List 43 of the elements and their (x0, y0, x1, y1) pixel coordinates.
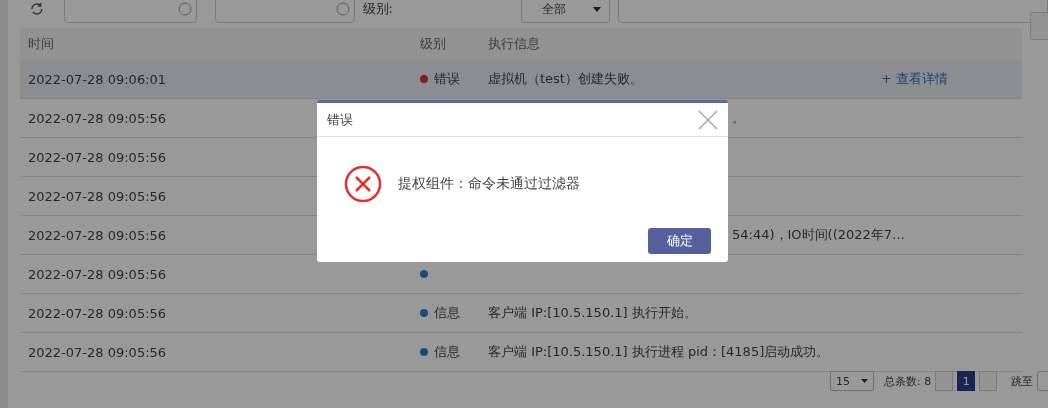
next-page-button[interactable] (979, 371, 998, 391)
time-cell: 2022-07-28 09:05:56 (28, 149, 167, 165)
page-size-select[interactable]: 15 (830, 371, 874, 391)
jump-label: 跳至 (1011, 373, 1034, 389)
time-cell: 2022-07-28 09:05:56 (28, 266, 167, 282)
time-cell: 2022-07-28 09:05:56 (28, 188, 167, 204)
message-cell: 虚拟机（test）创建失败。 (488, 70, 643, 88)
column-header: 级别 (419, 35, 447, 53)
side-button[interactable] (1030, 12, 1048, 40)
close-icon[interactable] (698, 109, 718, 130)
ok-button[interactable]: 确定 (648, 228, 711, 254)
page-button[interactable]: 1 (957, 371, 976, 391)
clock-icon (335, 2, 350, 16)
details-link[interactable]: + 查看详情 (880, 70, 948, 88)
prev-page-button[interactable] (935, 371, 954, 391)
refresh-icon[interactable] (30, 2, 44, 16)
table-row[interactable]: 2022-07-28 09:06:01 错误 虚拟机（test）创建失败。 + 查看详情 (20, 60, 1022, 99)
end-time-field[interactable] (214, 0, 355, 23)
time-cell: 2022-07-28 09:06:01 (28, 71, 167, 87)
message-cell: 。 (732, 109, 745, 127)
level-select[interactable]: 全部 (521, 0, 610, 23)
start-time-field[interactable] (63, 0, 197, 23)
table-row[interactable]: 2022-07-28 09:05:56 信息 客户端 IP:[10.5.150.1] 执行开始。 (20, 294, 1022, 333)
column-header: 执行信息 (488, 35, 541, 53)
time-cell: 2022-07-28 09:05:56 (28, 227, 167, 243)
column-header: 时间 (27, 35, 55, 53)
time-cell: 2022-07-28 09:05:56 (28, 110, 167, 126)
caret-icon (592, 6, 601, 12)
error-icon (344, 165, 382, 203)
dialog-message: 提权组件：命令未通过过滤器 (398, 175, 580, 193)
message-cell: 54:44)，IO时间((2022年7… (732, 226, 906, 244)
clock-icon (177, 2, 192, 16)
caret-icon (861, 379, 868, 383)
dialog-title: 错误 (327, 110, 353, 129)
time-cell: 2022-07-28 09:05:56 (28, 305, 167, 321)
time-cell: 2022-07-28 09:05:56 (28, 344, 167, 360)
level-cell: 信息 (434, 343, 460, 361)
total-count: 总条数: 8 (884, 373, 932, 389)
message-cell: 客户端 IP:[10.5.150.1] 执行进程 pid：[4185]启动成功。 (488, 343, 830, 361)
level-cell: 信息 (434, 304, 460, 322)
level-label: 级别: (362, 0, 393, 18)
message-cell: 客户端 IP:[10.5.150.1] 执行开始。 (488, 304, 697, 322)
level-cell: 错误 (434, 70, 460, 88)
